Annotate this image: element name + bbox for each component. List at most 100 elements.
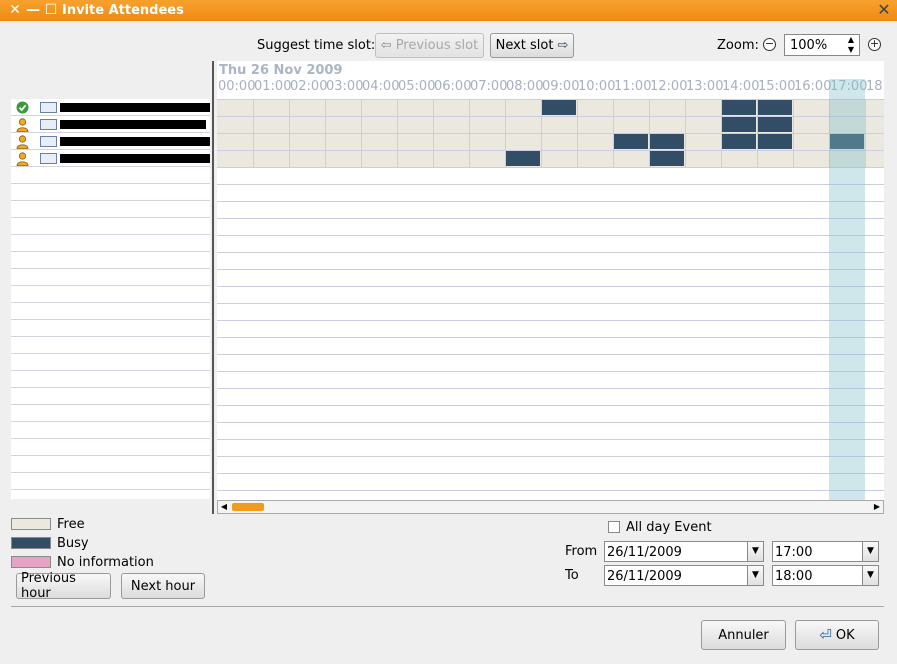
window-title: Invite Attendees (62, 3, 184, 18)
legend-busy-swatch (11, 537, 51, 549)
next-hour-button[interactable]: Next hour (121, 573, 205, 599)
row-gridline (217, 405, 884, 406)
legend-free-swatch (11, 518, 51, 530)
empty-attendee-row (11, 371, 210, 388)
previous-hour-button[interactable]: Previous hour (16, 571, 111, 601)
check-icon (16, 101, 29, 114)
close-x-icon[interactable]: ✕ (875, 1, 893, 19)
previous-slot-button[interactable]: ⇦ Previous slot (375, 33, 484, 58)
empty-attendee-row (11, 422, 210, 439)
close-icon[interactable]: ✕ (8, 2, 22, 18)
row-gridline (217, 201, 884, 202)
row-gridline (217, 388, 884, 389)
zoom-label: Zoom: (717, 38, 759, 53)
zoom-out-icon[interactable]: − (763, 38, 776, 51)
busy-block (721, 134, 756, 149)
empty-attendee-row (11, 252, 210, 269)
to-date-field[interactable]: 26/11/2009 (604, 565, 748, 586)
attendee-row[interactable] (11, 133, 210, 150)
attendee-name-redacted (60, 103, 210, 112)
schedule-date: Thu 26 Nov 2009 (219, 63, 343, 78)
empty-attendee-row (11, 490, 210, 499)
scroll-right-icon[interactable]: ▶ (871, 501, 883, 513)
hour-label: 04:00 (362, 79, 400, 94)
to-time-field[interactable]: 18:00 (772, 565, 863, 586)
hour-label: 16:00 (794, 79, 832, 94)
from-time-dropdown-icon[interactable]: ▼ (862, 541, 879, 562)
empty-attendee-row (11, 405, 210, 422)
empty-attendee-row (11, 337, 210, 354)
spin-arrows-icon[interactable]: ▲ ▼ (845, 35, 857, 55)
busy-block (721, 117, 756, 132)
scroll-thumb[interactable] (232, 503, 264, 511)
cancel-label: Annuler (718, 627, 769, 643)
row-gridline (217, 133, 884, 134)
next-hour-label: Next hour (130, 578, 196, 594)
attendee-name-redacted (60, 137, 210, 146)
zoom-value: 100% (790, 38, 828, 53)
empty-attendee-row (11, 303, 210, 320)
busy-block (541, 100, 576, 115)
next-slot-button[interactable]: Next slot ⇨ (490, 33, 574, 58)
contact-card-icon[interactable] (40, 102, 57, 113)
to-time-value: 18:00 (775, 569, 813, 584)
row-gridline (217, 235, 884, 236)
panel-divider[interactable] (212, 61, 214, 514)
row-gridline (217, 184, 884, 185)
arrow-left-icon: ⇦ (380, 38, 392, 53)
to-time-dropdown-icon[interactable]: ▼ (862, 565, 879, 586)
empty-attendee-row (11, 184, 210, 201)
all-day-checkbox[interactable] (608, 521, 620, 533)
attendee-row[interactable] (11, 99, 210, 116)
person-icon (16, 152, 29, 166)
footer-separator (11, 606, 884, 607)
busy-block (757, 117, 792, 132)
busy-block (613, 134, 648, 149)
contact-card-icon[interactable] (40, 119, 57, 130)
empty-attendee-row (11, 354, 210, 371)
zoom-spinbox[interactable]: 100% ▲ ▼ (784, 34, 860, 56)
hour-label: 00:00 (218, 79, 256, 94)
scroll-left-icon[interactable]: ◀ (218, 501, 230, 513)
previous-slot-label: Previous slot (395, 38, 479, 53)
row-gridline (217, 490, 884, 491)
attendee-row[interactable] (11, 150, 210, 167)
hour-label: 02:00 (290, 79, 328, 94)
attendee-name-redacted (60, 154, 210, 163)
next-slot-label: Next slot (495, 38, 554, 53)
hour-label: 01:00 (254, 79, 292, 94)
empty-attendee-row (11, 439, 210, 456)
row-gridline (217, 473, 884, 474)
attendee-name-redacted (60, 120, 206, 129)
row-gridline (217, 354, 884, 355)
from-date-value: 26/11/2009 (607, 545, 682, 560)
from-time-field[interactable]: 17:00 (772, 541, 863, 562)
to-date-dropdown-icon[interactable]: ▼ (747, 565, 764, 586)
row-gridline (217, 99, 884, 100)
minimize-icon[interactable]: — (26, 2, 40, 18)
ok-button[interactable]: ⏎ OK (795, 620, 879, 650)
busy-block (757, 134, 792, 149)
attendee-row[interactable] (11, 116, 210, 133)
row-gridline (217, 269, 884, 270)
to-label: To (565, 568, 579, 583)
from-date-dropdown-icon[interactable]: ▼ (747, 541, 764, 562)
busy-block (649, 134, 684, 149)
from-time-value: 17:00 (775, 545, 813, 560)
maximize-icon[interactable]: ☐ (44, 2, 58, 18)
schedule-grid[interactable]: Thu 26 Nov 2009 00:00 01:00 02:00 03:00 04:0… (217, 61, 884, 500)
legend-busy-label: Busy (57, 536, 89, 551)
horizontal-scrollbar[interactable]: ◀ ▶ (217, 500, 884, 514)
empty-attendee-row (11, 456, 210, 473)
contact-card-icon[interactable] (40, 153, 57, 164)
cancel-button[interactable]: Annuler (701, 620, 786, 650)
zoom-in-icon[interactable]: + (868, 38, 881, 51)
empty-attendee-row (11, 473, 210, 490)
contact-card-icon[interactable] (40, 136, 57, 147)
selected-time-slot[interactable] (829, 79, 865, 500)
row-gridline (217, 320, 884, 321)
from-date-field[interactable]: 26/11/2009 (604, 541, 748, 562)
previous-hour-label: Previous hour (21, 571, 76, 601)
hour-label: 14:00 (722, 79, 760, 94)
busy-block (505, 151, 540, 166)
